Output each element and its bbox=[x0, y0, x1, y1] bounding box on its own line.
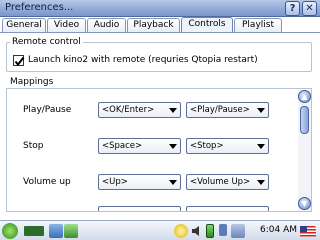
mappings-title: Mappings bbox=[10, 77, 54, 87]
tab-playlist[interactable]: Playlist bbox=[234, 18, 282, 33]
tab-audio[interactable]: Audio bbox=[87, 18, 126, 33]
next-key-select[interactable] bbox=[98, 206, 181, 211]
chevron-down-icon bbox=[169, 180, 177, 185]
volume-up-key-value: <Up> bbox=[102, 177, 128, 187]
wifi-icon[interactable] bbox=[219, 224, 227, 236]
tab-playback[interactable]: Playback bbox=[127, 18, 180, 33]
window-title: Preferences... bbox=[5, 2, 74, 13]
speaker-icon[interactable] bbox=[190, 224, 204, 238]
stop-action-select[interactable]: <Stop> bbox=[186, 138, 269, 154]
mapping-label-play-pause: Play/Pause bbox=[23, 105, 72, 115]
chevron-down-icon bbox=[257, 144, 265, 149]
battery-icon[interactable] bbox=[206, 224, 214, 238]
play-pause-key-select[interactable]: <OK/Enter> bbox=[98, 102, 181, 118]
chevron-down-icon bbox=[169, 144, 177, 149]
stop-action-value: <Stop> bbox=[190, 141, 224, 151]
scroll-thumb[interactable] bbox=[300, 106, 309, 134]
close-button[interactable]: ✕ bbox=[302, 1, 317, 16]
volume-up-action-value: <Volume Up> bbox=[190, 177, 251, 187]
volume-up-key-select[interactable]: <Up> bbox=[98, 174, 181, 190]
tab-controls[interactable]: Controls bbox=[181, 17, 233, 33]
flag-icon[interactable] bbox=[300, 226, 316, 237]
title-bar: Preferences... ? ✕ bbox=[0, 0, 320, 17]
chevron-down-icon bbox=[169, 108, 177, 113]
tab-bar: General Video Audio Playback Controls Pl… bbox=[0, 17, 320, 33]
mappings-panel: Play/Pause <OK/Enter> <Play/Pause> Stop … bbox=[6, 88, 312, 212]
scroll-up-button[interactable]: ▲ bbox=[298, 90, 311, 103]
launch-remote-checkbox[interactable] bbox=[13, 55, 25, 67]
launch-remote-label: Launch kino2 with remote (requries Qtopi… bbox=[28, 55, 258, 65]
play-pause-action-select[interactable]: <Play/Pause> bbox=[186, 102, 269, 118]
checkmark-icon bbox=[14, 56, 25, 67]
mappings-scrollbar[interactable]: ▲ ▼ bbox=[298, 90, 311, 211]
flag-canton bbox=[300, 226, 307, 232]
tab-video[interactable]: Video bbox=[47, 18, 86, 33]
tab-divider bbox=[0, 32, 320, 33]
start-icon[interactable] bbox=[2, 223, 18, 239]
tab-general[interactable]: General bbox=[2, 18, 46, 33]
taskbar: 6:04 AM bbox=[0, 220, 320, 240]
remote-control-title: Remote control bbox=[10, 37, 83, 47]
bulb-icon[interactable] bbox=[174, 224, 188, 238]
help-button[interactable]: ? bbox=[285, 1, 300, 16]
mapping-label-volume-up: Volume up bbox=[23, 177, 71, 187]
play-pause-action-value: <Play/Pause> bbox=[190, 105, 250, 115]
next-action-select[interactable] bbox=[186, 206, 269, 211]
stop-key-value: <Space> bbox=[102, 141, 143, 151]
chevron-down-icon bbox=[257, 180, 265, 185]
monitor-icon[interactable] bbox=[231, 224, 245, 238]
scroll-down-button[interactable]: ▼ bbox=[298, 197, 311, 210]
network-icon[interactable] bbox=[64, 224, 78, 238]
play-pause-key-value: <OK/Enter> bbox=[102, 105, 155, 115]
window-icon[interactable] bbox=[49, 224, 63, 238]
app-icon[interactable] bbox=[24, 226, 44, 236]
clock[interactable]: 6:04 AM bbox=[260, 225, 297, 235]
volume-up-action-select[interactable]: <Volume Up> bbox=[186, 174, 269, 190]
chevron-down-icon bbox=[257, 108, 265, 113]
mapping-label-stop: Stop bbox=[23, 141, 44, 151]
stop-key-select[interactable]: <Space> bbox=[98, 138, 181, 154]
